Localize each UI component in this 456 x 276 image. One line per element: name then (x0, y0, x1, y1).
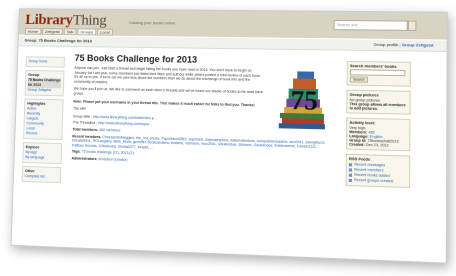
group-profile-link[interactable]: Group profile (374, 42, 399, 47)
search-members-box: Search members' books Search (346, 60, 411, 87)
breadcrumb-text: Group: 75 Books Challenge for 2013 (24, 37, 92, 44)
search-members-button[interactable]: Search (349, 76, 369, 83)
threadbot-link[interactable]: http://www.librarything.com/topic/... (98, 121, 152, 126)
rss-label: Recent groups created (354, 177, 394, 184)
group-pictures-box: Group pictures No group pictures This gr… (346, 89, 411, 115)
left-sidebar: Group home Group 75 Books Challenge for … (21, 56, 65, 186)
created-label: Created: (349, 142, 365, 147)
tab-zeitgeist[interactable]: Zeitgeist (41, 28, 63, 36)
group-home-box: Group home (25, 56, 65, 68)
tab-talk[interactable]: Talk (63, 28, 77, 36)
administrators-label: Administrators: (71, 156, 98, 162)
other-box: Other Complete list (21, 165, 62, 184)
rss-label: Recent messages (354, 162, 386, 168)
svg-text:75: 75 (290, 85, 318, 116)
rss-icon (348, 178, 352, 182)
group-nav-box: Group 75 Books Challenge for 2013 Group … (24, 69, 65, 97)
right-sidebar: Search members' books Search Group pictu… (345, 60, 411, 192)
sidebar-item-recent[interactable]: Recent (26, 131, 59, 137)
group-pictures-note: This group allows all members to add pic… (349, 102, 406, 111)
total-members-value[interactable]: 482 members (99, 128, 120, 133)
main-content: 75 Books Challenge for 2013 75 Anyone ca… (71, 53, 331, 168)
tags-label: Tags: (71, 149, 81, 154)
search-icon[interactable] (407, 20, 417, 31)
rss-icon (348, 162, 353, 166)
group-heading: Group (28, 72, 40, 78)
logo-sub: Thing (72, 12, 107, 29)
invite-paragraph: We hope you'll join us. We like to comme… (73, 86, 263, 96)
tab-groups[interactable]: Groups (77, 28, 97, 36)
group-zeitgeist-link[interactable]: Group Zeitgeist (402, 42, 434, 48)
site-header: LibraryThing Catalog your books online S… (18, 9, 447, 40)
tags-value[interactable]: 75 books challenge (11), 2013 (2) (82, 150, 134, 155)
rss-item-recent-groups[interactable]: Recent groups created (348, 177, 407, 185)
group-info-box: Activity level: Very high Members: 482 L… (345, 117, 411, 152)
highlights-heading: Highlights (27, 101, 46, 106)
site-search-input[interactable]: Search site (333, 19, 408, 31)
rss-feeds-box: RSS Feeds Recent messages Recent members… (345, 153, 411, 189)
explore-box: Explore By tags By language (22, 142, 63, 165)
sidebar-item-group-home[interactable]: Group home (29, 59, 62, 64)
main-nav: Home Zeitgeist Talk Groups Local (24, 27, 113, 36)
site-tagline: Catalog your books online (129, 20, 176, 26)
stage: LibraryThing Catalog your books online S… (0, 0, 456, 276)
rss-icon (348, 173, 353, 177)
description-paragraph: Anyone can join. Just start a thread and… (73, 65, 261, 85)
group-wiki-label: Group Wiki : (72, 114, 92, 119)
logo-main: Library (25, 12, 73, 29)
search-members-input[interactable] (349, 69, 406, 77)
search-members-heading: Search members' books (349, 64, 397, 69)
created-value: Dec 23, 2012 (365, 142, 389, 148)
sidebar-item-by-language[interactable]: By language (25, 155, 59, 161)
screenshot-card: LibraryThing Catalog your books online S… (10, 8, 448, 264)
sidebar-item-this-group[interactable]: 75 Books Challenge for 2013 (27, 77, 62, 89)
group-wiki-link[interactable]: http://www.librarything.com/wiki/index.p… (93, 115, 157, 120)
threadbot-label: The Threadbot : (72, 120, 98, 126)
breadcrumb-links: Group profile | Group Zeitgeist (374, 42, 434, 48)
tab-home[interactable]: Home (24, 27, 42, 35)
tab-local[interactable]: Local (97, 28, 113, 36)
rss-icon (348, 167, 353, 172)
page-title: 75 Books Challenge for 2013 (74, 52, 198, 65)
administrators-value[interactable]: drneutron (creator) (98, 157, 127, 162)
total-members-label: Total members: (72, 127, 99, 132)
rss-label: Recent members (354, 167, 384, 173)
sidebar-item-complete-list[interactable]: Complete list (25, 174, 59, 180)
group-cover-image: 75 (275, 68, 331, 135)
highlights-box: Highlights Active Recently Largest Commu… (23, 98, 64, 141)
sidebar-item-group-zeitgeist[interactable]: Group Zeitgeist (28, 88, 61, 94)
